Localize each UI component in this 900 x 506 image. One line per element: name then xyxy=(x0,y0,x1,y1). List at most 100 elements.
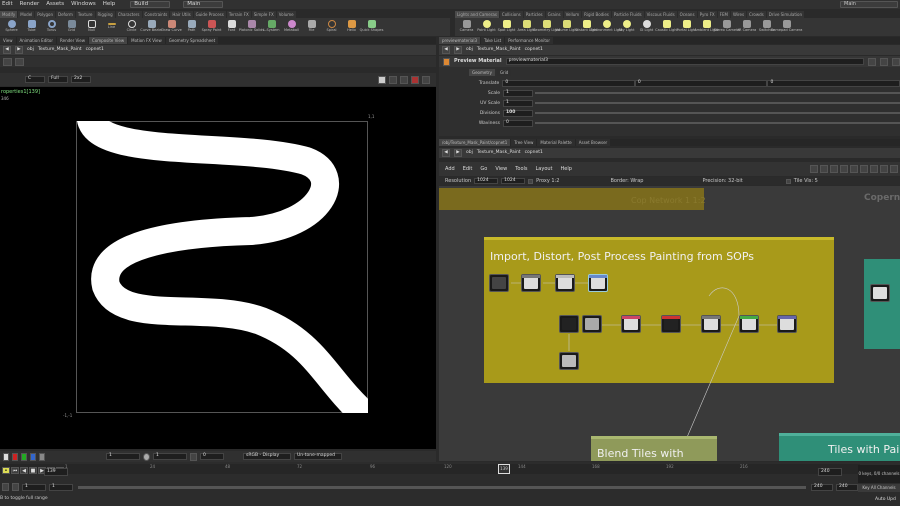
node-output[interactable] xyxy=(588,274,608,292)
tool-sky-light[interactable]: Sky Light xyxy=(618,18,635,36)
range-end-icon[interactable] xyxy=(12,483,19,491)
shelf-tab[interactable]: Terrain FX xyxy=(226,11,251,18)
path-node[interactable]: Texture_Mask_Paint xyxy=(38,47,82,53)
first-frame-icon[interactable]: ⏮ xyxy=(11,467,19,474)
info-icon[interactable] xyxy=(880,57,889,66)
node-distort-a[interactable] xyxy=(521,274,541,292)
channel-select[interactable]: C xyxy=(25,76,45,83)
blue-swatch[interactable] xyxy=(30,452,36,461)
tool-helix[interactable]: Helix xyxy=(343,18,360,36)
tool-curve-bezier[interactable]: Curve Bezier xyxy=(140,18,163,36)
tab-asset-browser[interactable]: Asset Browser xyxy=(575,139,611,146)
tool-metaball[interactable]: Metaball xyxy=(283,18,300,36)
range-end-field[interactable]: 240 xyxy=(811,483,833,491)
node-process-a[interactable] xyxy=(621,315,641,333)
play-view-icon[interactable] xyxy=(378,75,386,84)
network-canvas[interactable]: Cop Network 1 1:2 Copern Import, Distort… xyxy=(439,186,900,461)
node-import[interactable] xyxy=(489,274,509,292)
shelf-tab[interactable]: Simple FX xyxy=(251,11,276,18)
key-all-channels-button[interactable]: Key All Channels xyxy=(858,484,900,492)
resolution-y[interactable]: 1024 xyxy=(501,178,526,184)
frame-field-a[interactable]: 1 xyxy=(106,453,140,460)
node-right-edge[interactable] xyxy=(870,284,890,302)
node-process-b[interactable] xyxy=(661,315,681,333)
red-swatch[interactable] xyxy=(12,452,18,461)
tool-line[interactable]: Line xyxy=(103,18,120,36)
range-start-icon[interactable] xyxy=(2,483,9,491)
resolution-x[interactable]: 1024 xyxy=(474,178,499,184)
subtab-grid[interactable]: Grid xyxy=(496,69,512,76)
node-process-c[interactable] xyxy=(701,315,721,333)
shelf-tab[interactable]: Grains xyxy=(545,11,563,18)
scale-slider[interactable] xyxy=(535,92,900,94)
tool-point-light[interactable]: Point Light xyxy=(477,18,496,36)
node-name-field[interactable]: previewmaterial3 xyxy=(505,58,865,65)
net-menu-add[interactable]: Add xyxy=(445,166,455,172)
tool-quick-shapes[interactable]: Quick Shapes xyxy=(360,18,383,36)
path-node[interactable]: Texture_Mask_Paint xyxy=(477,47,521,53)
node-constant[interactable] xyxy=(559,315,579,333)
waviness-field[interactable]: 0 xyxy=(503,119,533,127)
path-net[interactable]: copnet1 xyxy=(86,47,104,53)
back-icon[interactable]: ◀ xyxy=(442,149,450,157)
tool-sphere[interactable]: Sphere xyxy=(3,18,20,36)
translate-x[interactable]: 0 xyxy=(502,79,635,87)
tool-spot-light[interactable]: Spot Light xyxy=(498,18,515,36)
tool-path[interactable]: Path xyxy=(183,18,200,36)
tool-circle[interactable]: Circle xyxy=(123,18,140,36)
path-obj[interactable]: obj xyxy=(466,150,473,156)
tool-gi-light[interactable]: GI Light xyxy=(638,18,655,36)
shelf-tab[interactable]: Constraints xyxy=(142,11,170,18)
back-icon[interactable]: ◀ xyxy=(3,46,11,54)
menu-render[interactable]: Render xyxy=(20,1,40,8)
tab-parameters[interactable]: previewmaterial3 xyxy=(439,37,481,44)
pan-tool-icon[interactable] xyxy=(15,57,24,66)
path-net[interactable]: copnet1 xyxy=(525,47,543,53)
net-menu-layout[interactable]: Layout xyxy=(536,166,553,172)
layout-icon[interactable] xyxy=(850,165,858,173)
options-icon[interactable] xyxy=(422,75,430,84)
shelf-tab[interactable]: Modify xyxy=(0,11,18,18)
menu-edit[interactable]: Edit xyxy=(2,1,13,8)
tool-platonic-solids[interactable]: Platonic Solids xyxy=(239,18,264,36)
shelf-tab[interactable]: Hair Utils xyxy=(170,11,193,18)
shelf-tab[interactable]: Volume xyxy=(276,11,296,18)
net-menu-view[interactable]: View xyxy=(495,166,507,172)
shelf-tab[interactable]: Oceans xyxy=(677,11,697,18)
tool-torus[interactable]: Torus xyxy=(43,18,60,36)
translate-y[interactable]: 0 xyxy=(634,79,768,87)
translate-z[interactable]: 0 xyxy=(767,79,900,87)
tool-grid[interactable]: Grid xyxy=(63,18,80,36)
node-distort-b[interactable] xyxy=(555,274,575,292)
frame-field-c[interactable]: 0 xyxy=(200,453,224,460)
tab-motion-fx-view[interactable]: Motion FX View xyxy=(128,37,165,44)
tool-area-light[interactable]: Area Light xyxy=(518,18,535,36)
shelf-tab[interactable]: Lights and Cameras xyxy=(455,11,499,18)
shelf-tab[interactable]: Polygon xyxy=(35,11,55,18)
range-field-b[interactable]: 1 xyxy=(49,483,73,491)
tool-font[interactable]: Font xyxy=(223,18,240,36)
tool-environment-light[interactable]: Environment Light xyxy=(590,18,623,36)
timeline-ruler[interactable]: 1 24 48 72 96 120 144 168 192 216 139 xyxy=(0,464,860,474)
tool-l-system[interactable]: L-System xyxy=(263,18,280,36)
help-icon[interactable] xyxy=(892,57,900,66)
menu-windows[interactable]: Windows xyxy=(71,1,96,8)
tool-file[interactable]: File xyxy=(303,18,320,36)
scale-field[interactable]: 1 xyxy=(503,89,533,97)
tool-tube[interactable]: Tube xyxy=(23,18,40,36)
subtab-geometry[interactable]: Geometry xyxy=(469,69,495,76)
divisions-field[interactable]: 100 xyxy=(503,109,533,117)
tool-portal-light[interactable]: Portal Light xyxy=(677,18,696,36)
range-start-field[interactable]: 1 xyxy=(22,483,46,491)
tab-performance-monitor[interactable]: Performance Monitor xyxy=(505,37,553,44)
tool-camera[interactable]: Camera xyxy=(458,18,475,36)
shelf-tab[interactable]: Viscous Fluids xyxy=(644,11,677,18)
prev-key-icon[interactable]: ◀ xyxy=(20,467,28,474)
net-menu-help[interactable]: Help xyxy=(561,166,572,172)
auto-update[interactable]: Auto Upd xyxy=(875,495,900,505)
node-process-d[interactable] xyxy=(739,315,759,333)
shelf-tab[interactable]: Wires xyxy=(730,11,747,18)
tab-network[interactable]: /obj/Texture_Mask_Paint/copnet1 xyxy=(439,139,511,146)
tool-stereo-camera[interactable]: Stereo Camera xyxy=(713,18,740,36)
menu-assets[interactable]: Assets xyxy=(46,1,64,8)
